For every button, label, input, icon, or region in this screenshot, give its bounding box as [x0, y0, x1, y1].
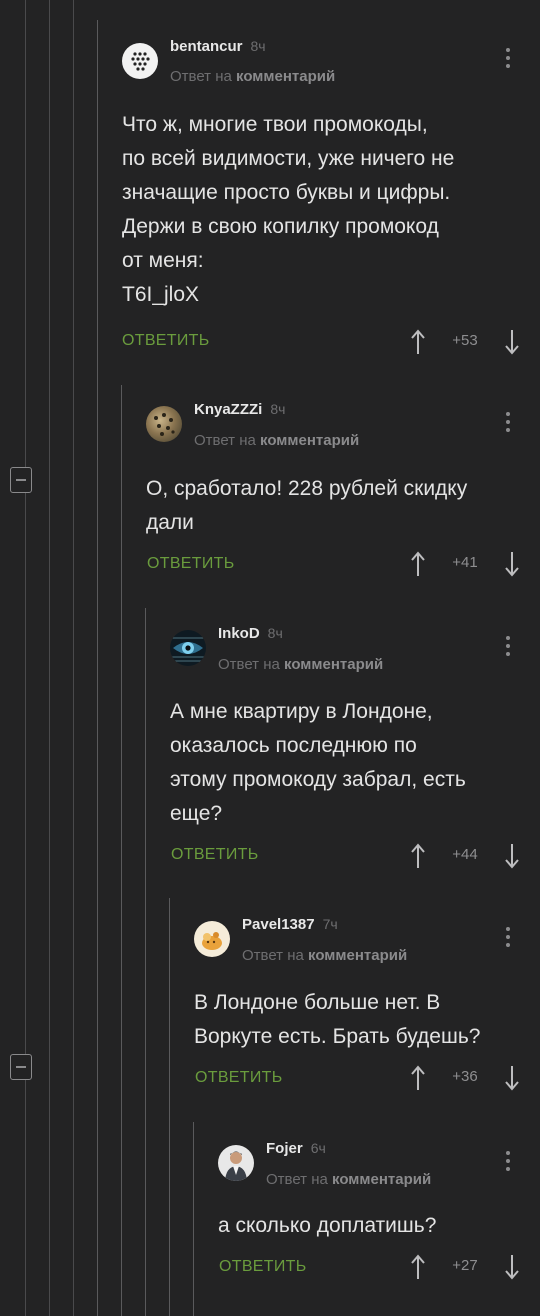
comment-text-line: T6I_jloX: [122, 283, 200, 306]
comment-author[interactable]: InkoD 8ч: [218, 625, 283, 642]
downvote-icon[interactable]: [504, 1065, 520, 1091]
downvote-icon[interactable]: [504, 843, 520, 869]
comment-author[interactable]: Fojer 6ч: [266, 1140, 326, 1157]
upvote-icon[interactable]: [410, 551, 426, 577]
comment-text-line: Воркуте есть. Брать будешь?: [194, 1025, 481, 1048]
comment-text-line: А мне квартиру в Лондоне,: [170, 700, 433, 723]
thread-branch-1: [97, 20, 98, 1316]
reply-to-prefix: Ответ на: [194, 432, 256, 449]
reply-to-prefix: Ответ на: [266, 1171, 328, 1188]
upvote-icon[interactable]: [410, 1065, 426, 1091]
reply-to-link[interactable]: комментарий: [308, 947, 407, 964]
author-name[interactable]: Pavel1387: [242, 916, 315, 933]
eye-avatar-icon[interactable]: [170, 630, 206, 666]
comment-time: 6ч: [310, 1140, 326, 1156]
comment-author[interactable]: Pavel1387 7ч: [242, 916, 338, 933]
comment-text-line: Что ж, многие твои промокоды,: [122, 113, 428, 136]
comment-text-line: Держи в свою копилку промокод: [122, 215, 439, 238]
comment-text-line: значащие просто буквы и цифры.: [122, 181, 451, 204]
vote-score: +36: [452, 1068, 478, 1085]
comment-author[interactable]: bentancur 8ч: [170, 38, 266, 55]
reply-to-prefix: Ответ на: [170, 68, 232, 85]
more-options-icon[interactable]: [505, 1151, 511, 1175]
leopard-avatar-icon[interactable]: [146, 406, 182, 442]
vote-score: +53: [452, 332, 478, 349]
vote-widget: +36: [410, 1063, 520, 1093]
reply-to-prefix: Ответ на: [242, 947, 304, 964]
more-options-icon[interactable]: [505, 412, 511, 436]
comment-text-line: О, сработало! 228 рублей скидку: [146, 477, 468, 500]
downvote-icon[interactable]: [504, 1254, 520, 1280]
author-name[interactable]: bentancur: [170, 38, 243, 55]
reply-to-link[interactable]: комментарий: [236, 68, 335, 85]
upvote-icon[interactable]: [410, 1254, 426, 1280]
comment-text: а сколько доплатишь?: [218, 1209, 520, 1243]
downvote-icon[interactable]: [504, 329, 520, 355]
thread-line-1: [25, 0, 26, 1316]
comment-text: В Лондоне больше нет. В Воркуте есть. Бр…: [194, 986, 524, 1054]
reply-to-link[interactable]: комментарий: [260, 432, 359, 449]
thread-line-2: [49, 0, 50, 1316]
comment-text-line: еще?: [170, 802, 223, 825]
reply-to: Ответ на комментарий: [170, 68, 335, 85]
upvote-icon[interactable]: [410, 843, 426, 869]
dots-avatar-icon[interactable]: [122, 43, 158, 79]
reply-button[interactable]: ОТВЕТИТЬ: [171, 846, 259, 864]
reply-to: Ответ на комментарий: [218, 656, 383, 673]
more-options-icon[interactable]: [505, 636, 511, 660]
reply-button[interactable]: ОТВЕТИТЬ: [195, 1069, 283, 1087]
person-avatar-icon[interactable]: [218, 1145, 254, 1181]
comment-text: А мне квартиру в Лондоне, оказалось посл…: [170, 695, 520, 831]
reply-to: Ответ на комментарий: [266, 1171, 431, 1188]
comment-text: Что ж, многие твои промокоды, по всей ви…: [122, 108, 520, 312]
author-name[interactable]: Fojer: [266, 1140, 303, 1157]
reply-to: Ответ на комментарий: [194, 432, 359, 449]
comment-text-line: этому промокоду забрал, есть: [170, 768, 466, 791]
thread-branch-5: [193, 1122, 194, 1316]
collapse-thread-button[interactable]: [10, 1054, 32, 1080]
reply-to-link[interactable]: комментарий: [284, 656, 383, 673]
cartoon-avatar-icon[interactable]: [194, 921, 230, 957]
thread-branch-2: [121, 385, 122, 1316]
downvote-icon[interactable]: [504, 551, 520, 577]
thread-line-3: [73, 0, 74, 1316]
comment-text-line: от меня:: [122, 249, 204, 272]
vote-widget: +41: [410, 549, 520, 579]
comment-text-line: по всей видимости, уже ничего не: [122, 147, 455, 170]
vote-score: +41: [452, 554, 478, 571]
reply-to: Ответ на комментарий: [242, 947, 407, 964]
comment-text-line: дали: [146, 511, 194, 534]
upvote-icon[interactable]: [410, 329, 426, 355]
vote-widget: +53: [410, 327, 520, 357]
comment-text-line: оказалось последнюю по: [170, 734, 417, 757]
comment-author[interactable]: KnyaZZZi 8ч: [194, 401, 285, 418]
vote-widget: +27: [410, 1252, 520, 1282]
comment-time: 8ч: [250, 38, 266, 54]
author-name[interactable]: InkoD: [218, 625, 260, 642]
comment-text: О, сработало! 228 рублей скидку дали: [146, 472, 520, 540]
vote-score: +27: [452, 1257, 478, 1274]
thread-branch-3: [145, 608, 146, 1316]
more-options-icon[interactable]: [505, 927, 511, 951]
collapse-thread-button[interactable]: [10, 467, 32, 493]
reply-button[interactable]: ОТВЕТИТЬ: [122, 332, 210, 350]
reply-to-prefix: Ответ на: [218, 656, 280, 673]
comment-text-line: а сколько доплатишь?: [218, 1214, 437, 1237]
comment-text-line: В Лондоне больше нет. В: [194, 991, 441, 1014]
reply-button[interactable]: ОТВЕТИТЬ: [147, 555, 235, 573]
comment-time: 8ч: [270, 401, 286, 417]
reply-to-link[interactable]: комментарий: [332, 1171, 431, 1188]
vote-widget: +44: [410, 841, 520, 871]
vote-score: +44: [452, 846, 478, 863]
thread-branch-4: [169, 898, 170, 1316]
author-name[interactable]: KnyaZZZi: [194, 401, 262, 418]
comment-time: 7ч: [322, 916, 338, 932]
comment-time: 8ч: [267, 625, 283, 641]
reply-button[interactable]: ОТВЕТИТЬ: [219, 1258, 307, 1276]
more-options-icon[interactable]: [505, 48, 511, 72]
